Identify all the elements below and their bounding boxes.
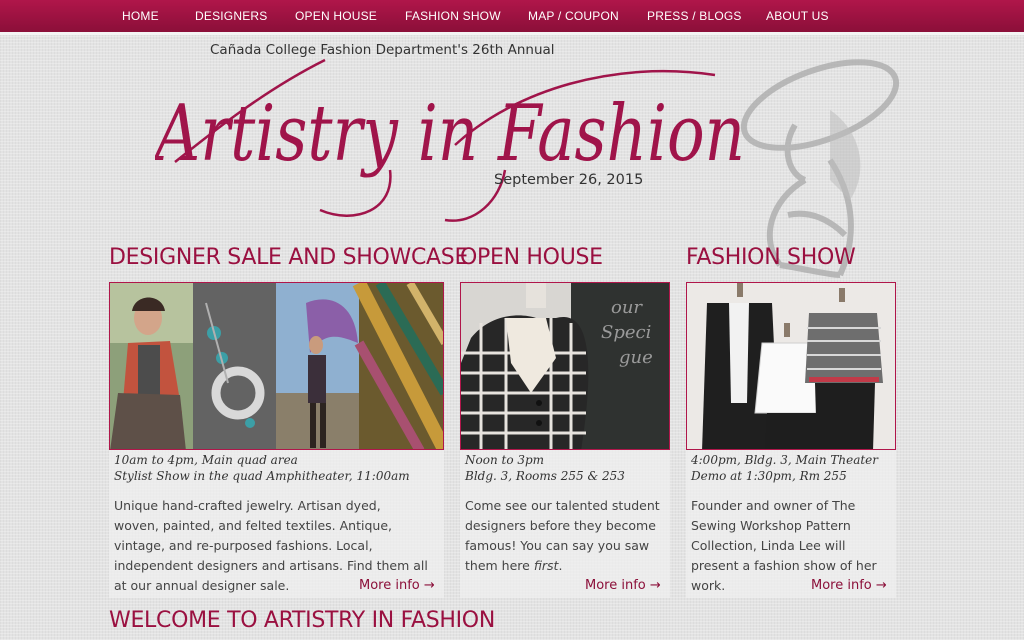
- nav-press-blogs[interactable]: PRESS / BLOGS: [647, 9, 742, 23]
- open-house-description-end: .: [558, 558, 563, 573]
- designer-sale-stylist-show: Stylist Show in the quad Amphitheater, 1…: [114, 469, 410, 483]
- svg-text:our: our: [611, 297, 643, 318]
- artistry-in-fashion-logo: Artistry in Fashion: [155, 58, 745, 222]
- open-house-photo[interactable]: our Speci gue: [460, 282, 670, 450]
- top-nav: HOME DESIGNERS OPEN HOUSE FASHION SHOW M…: [0, 0, 1024, 35]
- svg-text:Speci: Speci: [601, 322, 651, 343]
- nav-open-house[interactable]: OPEN HOUSE: [295, 9, 377, 23]
- open-house-description-emphasis: first: [533, 558, 559, 573]
- fashion-show-info: 4:00pm, Bldg. 3, Main Theater Demo at 1:…: [691, 452, 896, 484]
- fashion-show-more-info-link[interactable]: More info →: [811, 578, 887, 593]
- designer-sale-time: 10am to 4pm, Main quad area: [114, 453, 298, 467]
- event-date: September 26, 2015: [494, 172, 644, 188]
- logo-text: Artistry in Fashion: [155, 89, 745, 179]
- open-house-title: OPEN HOUSE: [460, 245, 603, 270]
- open-house-more-info-link[interactable]: More info →: [585, 578, 661, 593]
- open-house-info: Noon to 3pm Bldg. 3, Rooms 255 & 253: [465, 452, 670, 484]
- designer-sale-title: DESIGNER SALE AND SHOWCASE: [109, 245, 469, 270]
- designer-sale-more-info-link[interactable]: More info →: [359, 578, 435, 593]
- designer-sale-photo-strip[interactable]: [109, 282, 444, 450]
- fashion-show-title: FASHION SHOW: [686, 245, 856, 270]
- fashion-show-time: 4:00pm, Bldg. 3, Main Theater: [691, 453, 879, 467]
- nav-about-us[interactable]: ABOUT US: [766, 9, 829, 23]
- open-house-location: Bldg. 3, Rooms 255 & 253: [465, 469, 625, 483]
- welcome-heading: WELCOME TO ARTISTRY IN FASHION: [109, 608, 495, 633]
- open-house-time: Noon to 3pm: [465, 453, 545, 467]
- svg-text:gue: gue: [619, 347, 653, 368]
- nav-home[interactable]: HOME: [122, 9, 159, 23]
- nav-fashion-show[interactable]: FASHION SHOW: [405, 9, 501, 23]
- nav-designers[interactable]: DESIGNERS: [195, 9, 267, 23]
- fashion-show-photo[interactable]: [686, 282, 896, 450]
- nav-map-coupon[interactable]: MAP / COUPON: [528, 9, 619, 23]
- designer-sale-info: 10am to 4pm, Main quad area Stylist Show…: [114, 452, 444, 484]
- fashion-show-demo: Demo at 1:30pm, Rm 255: [691, 469, 847, 483]
- open-house-description: Come see our talented student designers …: [465, 496, 670, 576]
